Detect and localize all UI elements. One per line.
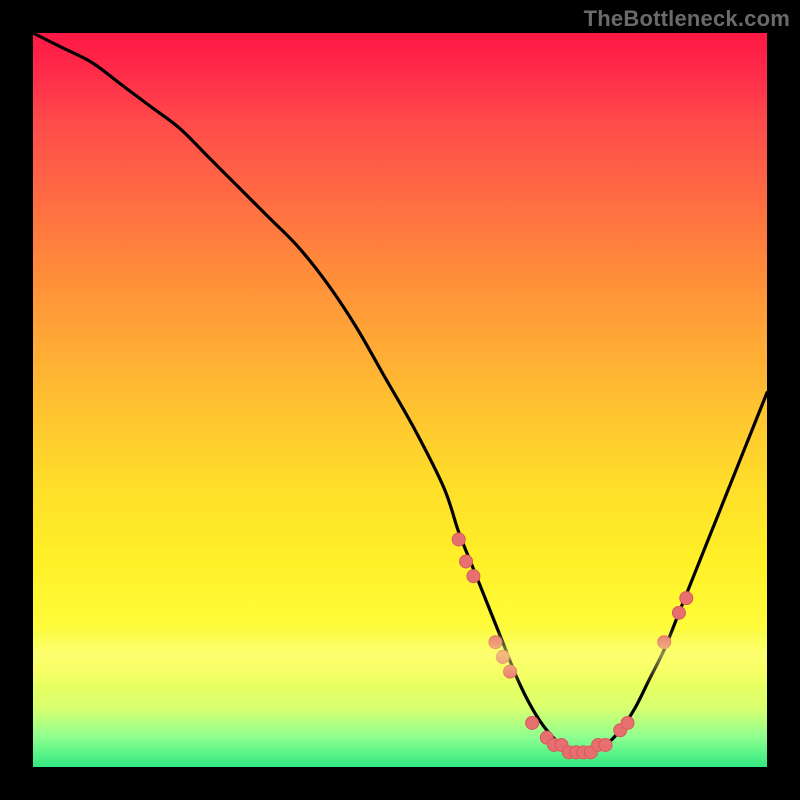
marker-dot [680,592,693,605]
marker-dot [489,636,502,649]
chart-stage: TheBottleneck.com [0,0,800,800]
marker-dot [496,650,509,663]
marker-dot [460,555,473,568]
plot-area [33,33,767,767]
marker-dot [452,533,465,546]
watermark-text: TheBottleneck.com [584,6,790,32]
curve-line [33,33,767,753]
marker-dot [621,716,634,729]
curve-svg [33,33,767,767]
marker-dot [526,716,539,729]
marker-dot [599,738,612,751]
marker-dot [658,636,671,649]
marker-dot [672,606,685,619]
marker-dot [467,570,480,583]
marker-dot [504,665,517,678]
markers-group [452,533,693,759]
